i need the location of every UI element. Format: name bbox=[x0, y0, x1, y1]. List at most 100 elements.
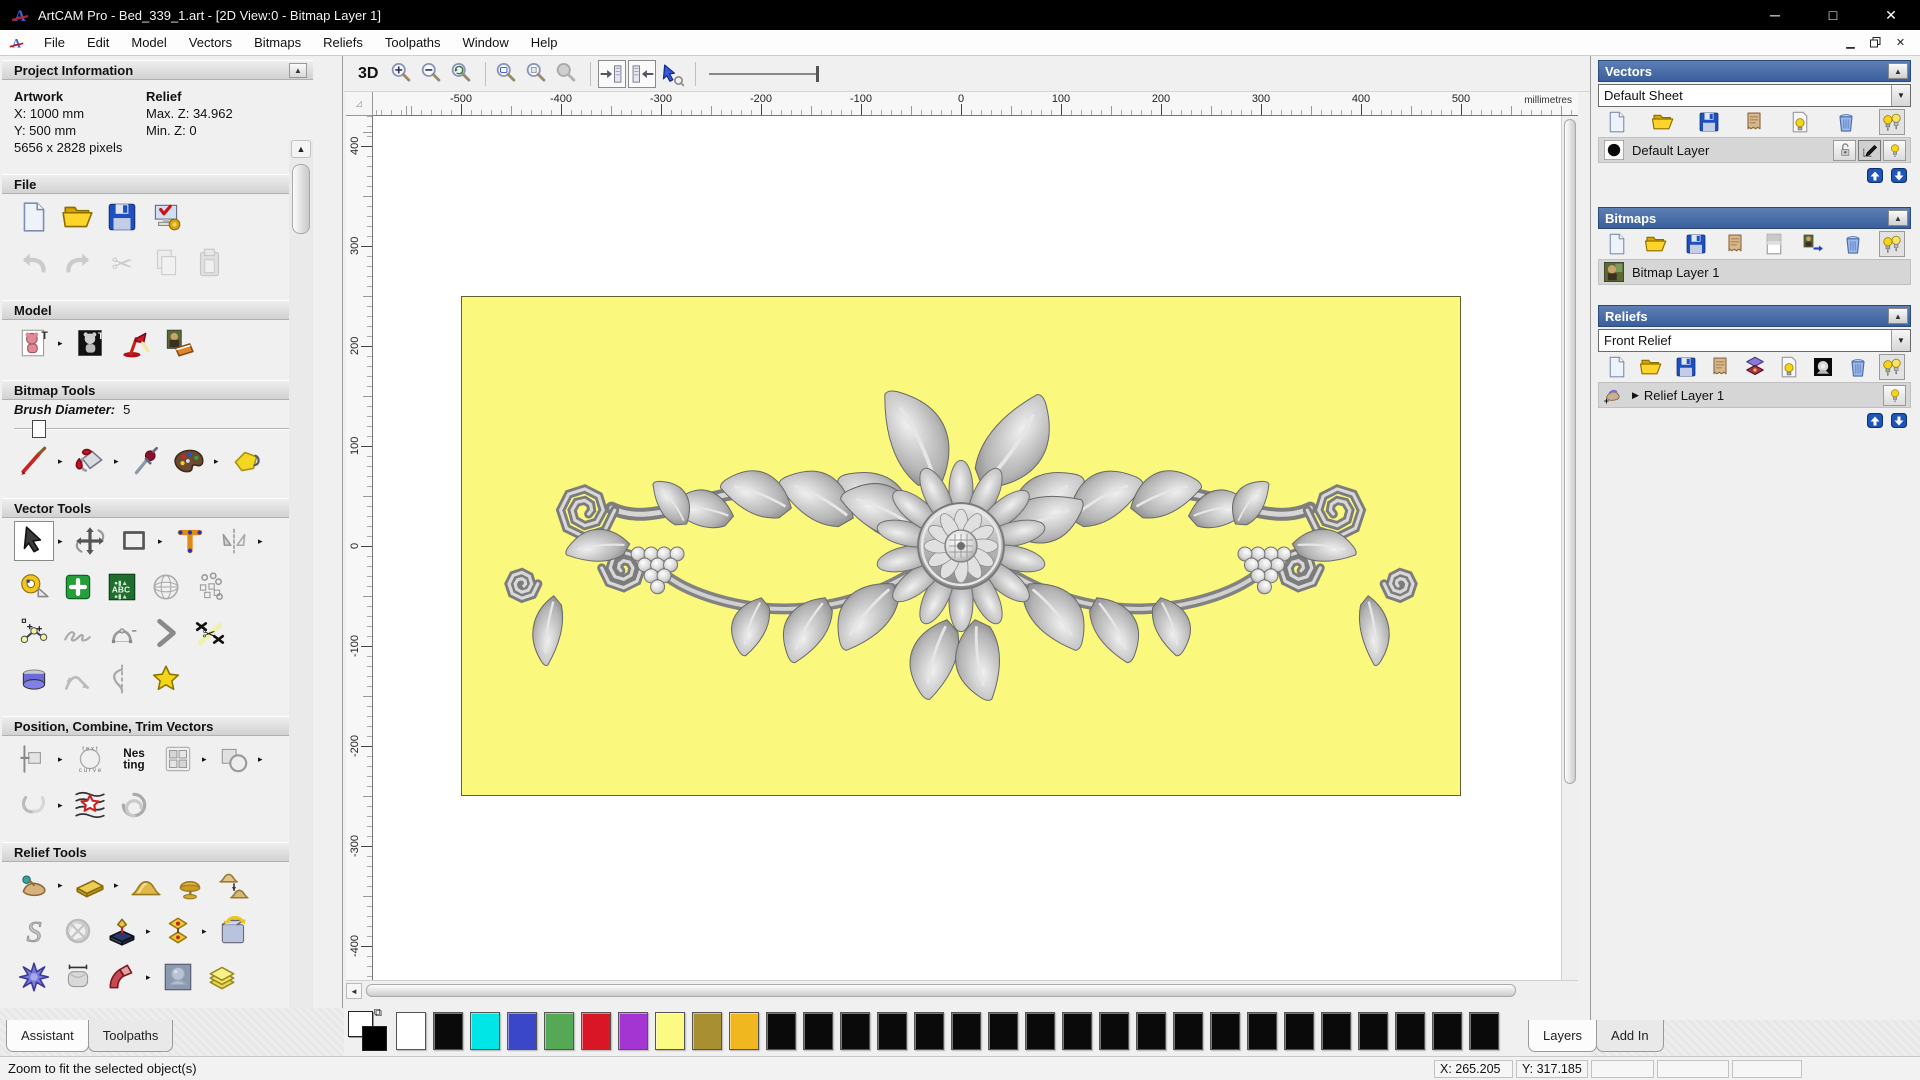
scroll-up-icon[interactable]: ▲ bbox=[291, 140, 311, 158]
tab-layers[interactable]: Layers bbox=[1528, 1020, 1598, 1052]
flyout-arrow-icon[interactable]: ▸ bbox=[258, 536, 267, 547]
palette-swatch-7[interactable] bbox=[655, 1012, 685, 1050]
tool-paste[interactable] bbox=[190, 243, 230, 283]
tool-text-abc[interactable]: ●▮▲ ABC ●▮▲ bbox=[102, 567, 142, 607]
tool-redo[interactable] bbox=[58, 243, 98, 283]
tool-greyscale-model[interactable]: T bbox=[70, 323, 110, 363]
tool-gold-bar[interactable] bbox=[70, 865, 110, 905]
tool-model-setup[interactable] bbox=[146, 197, 186, 237]
relief-selector[interactable]: Front Relief ▼ bbox=[1598, 329, 1911, 352]
tool-trash[interactable] bbox=[1845, 354, 1871, 380]
view-cursor-button[interactable] bbox=[658, 60, 686, 88]
move-layer-up-button[interactable] bbox=[1865, 411, 1885, 429]
palette-swatch-29[interactable] bbox=[1469, 1012, 1499, 1050]
tool-sculpt-s[interactable]: S bbox=[14, 911, 54, 951]
tool-align-objects[interactable] bbox=[14, 739, 54, 779]
tool-paint-brush[interactable] bbox=[14, 441, 54, 481]
menu-vectors[interactable]: Vectors bbox=[178, 32, 243, 53]
tool-array-dots[interactable] bbox=[190, 567, 230, 607]
tool-cut[interactable]: ✂ bbox=[102, 243, 142, 283]
flyout-arrow-icon[interactable]: ▸ bbox=[202, 754, 211, 765]
palette-swatch-21[interactable] bbox=[1173, 1012, 1203, 1050]
close-button[interactable]: ✕ bbox=[1862, 0, 1920, 30]
collapse-icon[interactable]: ▲ bbox=[1888, 210, 1908, 226]
expand-icon[interactable]: ▶ bbox=[1632, 390, 1639, 401]
mdi-restore-icon[interactable] bbox=[1866, 34, 1885, 51]
tool-new-document[interactable] bbox=[14, 197, 54, 237]
tool-offset-relief[interactable] bbox=[158, 911, 198, 951]
move-layer-up-button[interactable] bbox=[1865, 166, 1885, 184]
tool-emboss-relief[interactable] bbox=[158, 957, 198, 997]
tool-join-vectors[interactable] bbox=[14, 785, 54, 825]
tool-new-document[interactable] bbox=[1604, 109, 1630, 135]
flyout-arrow-icon[interactable]: ▸ bbox=[114, 456, 123, 467]
tab-toolpaths[interactable]: Toolpaths bbox=[87, 1020, 174, 1052]
tool-mound-smooth[interactable] bbox=[126, 865, 166, 905]
tool-select-tool[interactable] bbox=[14, 521, 54, 561]
zoom-out-button[interactable] bbox=[418, 60, 446, 88]
palette-swatch-5[interactable] bbox=[581, 1012, 611, 1050]
menu-model[interactable]: Model bbox=[120, 32, 177, 53]
toggle-3d-view-button[interactable]: 3D bbox=[358, 65, 378, 83]
tool-save-file[interactable] bbox=[1696, 109, 1722, 135]
palette-swatch-15[interactable] bbox=[951, 1012, 981, 1050]
zoom-slider[interactable] bbox=[709, 64, 820, 84]
palette-swatch-20[interactable] bbox=[1136, 1012, 1166, 1050]
zoom-selected-button[interactable] bbox=[553, 60, 581, 88]
palette-swatch-6[interactable] bbox=[618, 1012, 648, 1050]
palette-swatch-17[interactable] bbox=[1025, 1012, 1055, 1050]
minimize-button[interactable]: ─ bbox=[1746, 0, 1804, 30]
flyout-arrow-icon[interactable]: ▸ bbox=[258, 754, 267, 765]
palette-swatch-13[interactable] bbox=[877, 1012, 907, 1050]
tool-palette-tool[interactable] bbox=[170, 441, 210, 481]
tool-save-file[interactable] bbox=[1673, 354, 1699, 380]
tool-trash[interactable] bbox=[1833, 109, 1859, 135]
primary-secondary-color-selector[interactable]: ⧉ bbox=[346, 1007, 392, 1053]
palette-swatch-2[interactable] bbox=[470, 1012, 500, 1050]
tool-trim-vectors[interactable]: ✂ bbox=[190, 613, 230, 653]
move-layer-down-button[interactable] bbox=[1889, 166, 1909, 184]
tool-colour-picker[interactable] bbox=[126, 441, 166, 481]
palette-swatch-27[interactable] bbox=[1395, 1012, 1425, 1050]
slider-thumb[interactable] bbox=[32, 420, 46, 438]
relief-layer-row[interactable]: + ▶ Relief Layer 1 bbox=[1598, 382, 1911, 408]
tool-pillow-relief[interactable] bbox=[58, 957, 98, 997]
tool-bulb-page[interactable] bbox=[1776, 354, 1802, 380]
scrollbar-thumb[interactable] bbox=[292, 164, 310, 234]
tool-nesting[interactable]: Nes ting bbox=[114, 739, 154, 779]
palette-swatch-8[interactable] bbox=[692, 1012, 722, 1050]
palette-swatch-26[interactable] bbox=[1358, 1012, 1388, 1050]
zoom-in-button[interactable] bbox=[388, 60, 416, 88]
tool-relief-hand[interactable] bbox=[14, 865, 54, 905]
tool-create-text[interactable] bbox=[170, 521, 210, 561]
tool-save-file[interactable] bbox=[102, 197, 142, 237]
menu-bitmaps[interactable]: Bitmaps bbox=[243, 32, 312, 53]
tool-block-array[interactable] bbox=[158, 739, 198, 779]
tool-model-size[interactable]: T bbox=[14, 323, 54, 363]
tool-flip-relief[interactable] bbox=[214, 911, 254, 951]
tool-lighting[interactable] bbox=[114, 323, 154, 363]
flyout-arrow-icon[interactable]: ▸ bbox=[202, 926, 211, 937]
menu-reliefs[interactable]: Reliefs bbox=[312, 32, 374, 53]
palette-swatch-19[interactable] bbox=[1099, 1012, 1129, 1050]
tool-freehand-draw[interactable] bbox=[58, 613, 98, 653]
zoom-drawing-button[interactable] bbox=[523, 60, 551, 88]
tool-open-file[interactable] bbox=[1638, 354, 1664, 380]
tool-create-polyline[interactable] bbox=[14, 613, 54, 653]
tool-erase-tool[interactable] bbox=[226, 441, 266, 481]
palette-swatch-10[interactable] bbox=[766, 1012, 796, 1050]
palette-swatch-9[interactable] bbox=[729, 1012, 759, 1050]
palette-swatch-18[interactable] bbox=[1062, 1012, 1092, 1050]
collapse-icon[interactable]: ▲ bbox=[1888, 63, 1908, 79]
tool-bulbs-all[interactable] bbox=[1879, 354, 1905, 380]
tool-spiral-tool[interactable] bbox=[114, 785, 154, 825]
sheet-selector[interactable]: Default Sheet ▼ bbox=[1598, 84, 1911, 107]
tool-bulbs-all[interactable] bbox=[1878, 231, 1905, 257]
mdi-minimize-icon[interactable]: ▁ bbox=[1841, 34, 1860, 51]
flyout-arrow-icon[interactable]: ▸ bbox=[58, 754, 67, 765]
tool-fit-curves[interactable] bbox=[70, 785, 110, 825]
palette-swatch-22[interactable] bbox=[1210, 1012, 1240, 1050]
flyout-arrow-icon[interactable]: ▸ bbox=[158, 536, 167, 547]
tool-dome-tool[interactable] bbox=[14, 659, 54, 699]
tool-save-file[interactable] bbox=[1683, 231, 1709, 257]
